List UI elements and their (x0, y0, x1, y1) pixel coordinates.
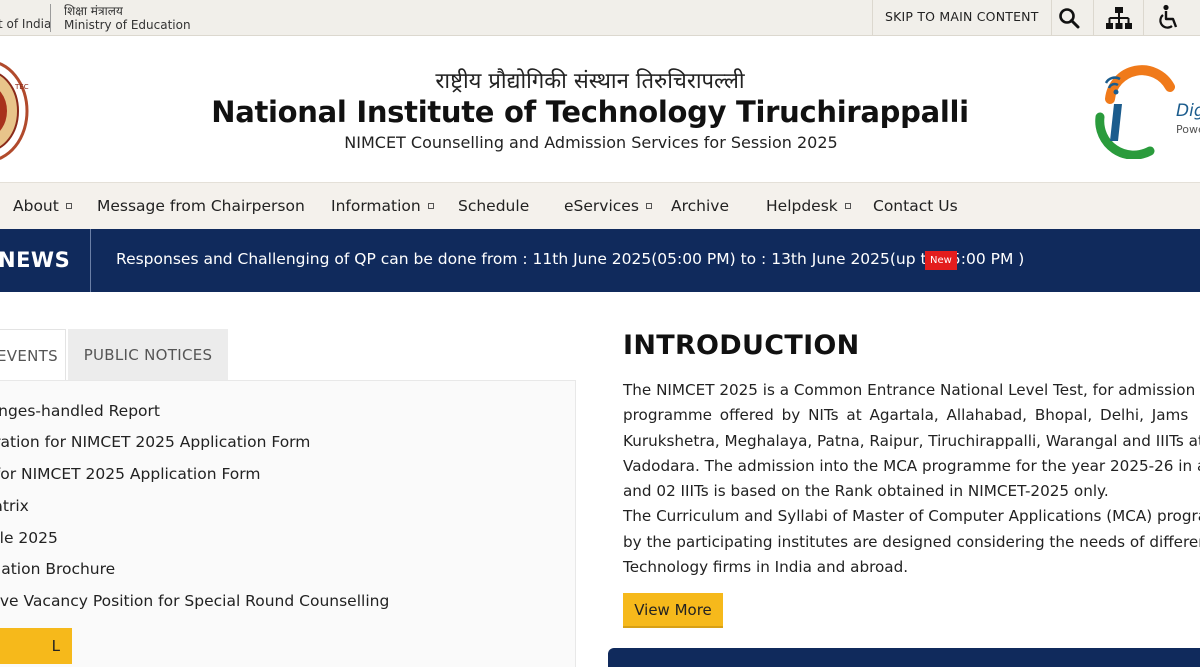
news-divider (90, 229, 91, 292)
nav-item-eservices[interactable]: eServices (564, 183, 652, 230)
search-icon (1058, 8, 1079, 29)
list-item[interactable]: stration for NIMCET 2025 Application For… (0, 433, 310, 451)
dropdown-icon (427, 203, 434, 209)
institute-name-hindi: राष्ट्रीय प्रौद्योगिकी संस्थान तिरुचिराप… (435, 69, 745, 94)
dropdown-icon (844, 203, 851, 209)
nav-item-schedule[interactable]: Schedule (458, 183, 529, 230)
tab-public-notices[interactable]: PUBLIC NOTICES (68, 329, 228, 381)
digital-india-logo[interactable]: Dig Powe (1090, 59, 1200, 159)
intro-line: Kurukshetra, Meghalaya, Patna, Raipur, T… (623, 431, 1200, 450)
tab-events[interactable]: EVENTS (0, 329, 66, 381)
list-item[interactable]: dule 2025 (0, 529, 58, 547)
digital-india-emblem (1095, 65, 1175, 159)
skip-to-main-content-link[interactable]: SKIP TO MAIN CONTENT (872, 0, 1052, 36)
nav-label: Archive (671, 197, 729, 215)
site-header: TECH राष्ट्रीय प्रौद्योगिकी संस्थान तिरु… (0, 37, 1200, 182)
news-headline-link[interactable]: Responses and Challenging of QP can be d… (116, 229, 1024, 289)
new-badge: New (925, 251, 957, 270)
introduction-text: The NIMCET 2025 is a Common Entrance Nat… (623, 378, 1200, 580)
nav-item-contact-us[interactable]: Contact Us (873, 183, 958, 230)
nav-label: Schedule (458, 197, 530, 215)
main-navigation: About Message from Chairperson Informati… (0, 182, 1200, 229)
nav-label: About (13, 197, 59, 215)
ministry-hindi: शिक्षा मंत्रालय (64, 4, 123, 18)
nav-item-helpdesk[interactable]: Helpdesk (766, 183, 851, 230)
list-item[interactable]: Matrix (0, 497, 29, 515)
news-ticker: NEWS Responses and Challenging of QP can… (0, 229, 1200, 292)
introduction-section: INTRODUCTION The NIMCET 2025 is a Common… (600, 292, 1200, 667)
nav-label: Contact Us (873, 197, 958, 215)
view-more-button[interactable]: View More (623, 593, 723, 628)
ministry-english: Ministry of Education (64, 18, 191, 32)
sitemap-button[interactable] (1094, 0, 1144, 36)
utility-bar: t of India शिक्षा मंत्रालय Ministry of E… (0, 0, 1200, 36)
accessibility-button[interactable] (1144, 0, 1194, 36)
intro-line: by the participating institutes are desi… (623, 532, 1200, 551)
events-panel: EVENTS PUBLIC NOTICES llenges-handled Re… (0, 292, 600, 667)
search-button[interactable] (1044, 0, 1094, 36)
dropdown-icon (65, 203, 72, 209)
sitemap-icon (1105, 7, 1132, 29)
nav-label: Information (331, 197, 421, 215)
intro-line: The NIMCET 2025 is a Common Entrance Nat… (623, 381, 1200, 399)
intro-line: Technology firms in India and abroad. (623, 558, 909, 577)
events-list: llenges-handled Report stration for NIMC… (0, 380, 576, 667)
intro-line: The Curriculum and Syllabi of Master of … (623, 507, 1200, 526)
nav-label: eServices (564, 197, 639, 215)
nav-item-information[interactable]: Information (331, 183, 434, 230)
dropdown-icon (645, 203, 652, 209)
list-item[interactable]: n for NIMCET 2025 Application Form (0, 465, 261, 483)
intro-line: and 02 IIITs is based on the Rank obtain… (623, 482, 1109, 501)
ministry-link[interactable]: शिक्षा मंत्रालय Ministry of Education (64, 4, 191, 32)
list-item[interactable]: rmation Brochure (0, 560, 115, 578)
nav-item-about[interactable]: About (13, 183, 72, 230)
gov-of-india-text: t of India (0, 17, 52, 31)
page: t of India शिक्षा मंत्रालय Ministry of E… (0, 0, 1200, 667)
intro-line: programme offered by NITs at Agartala, A… (623, 406, 1189, 425)
nav-item-archive[interactable]: Archive (671, 183, 729, 230)
institute-name: National Institute of Technology Tiruchi… (211, 95, 969, 129)
list-item[interactable]: llenges-handled Report (0, 402, 160, 420)
nav-item-message-from-chairperson[interactable]: Message from Chairperson (97, 183, 305, 230)
list-item[interactable]: ative Vacancy Position for Special Round… (0, 592, 389, 610)
section-title: INTRODUCTION (623, 330, 860, 361)
portal-subtitle: NIMCET Counselling and Admission Service… (344, 133, 838, 152)
digital-india-text: Dig (1176, 101, 1200, 121)
nav-label: Helpdesk (766, 197, 838, 215)
view-all-events-button[interactable]: L EVENTS (0, 628, 72, 664)
next-section-panel (608, 648, 1200, 667)
nav-label: Message from Chairperson (97, 197, 305, 215)
digital-india-subtext: Powe (1176, 123, 1200, 136)
branding-divider (50, 4, 51, 32)
news-label: NEWS (0, 248, 71, 272)
intro-line: Vadodara. The admission into the MCA pro… (623, 456, 1200, 475)
accessibility-icon (1159, 4, 1178, 29)
